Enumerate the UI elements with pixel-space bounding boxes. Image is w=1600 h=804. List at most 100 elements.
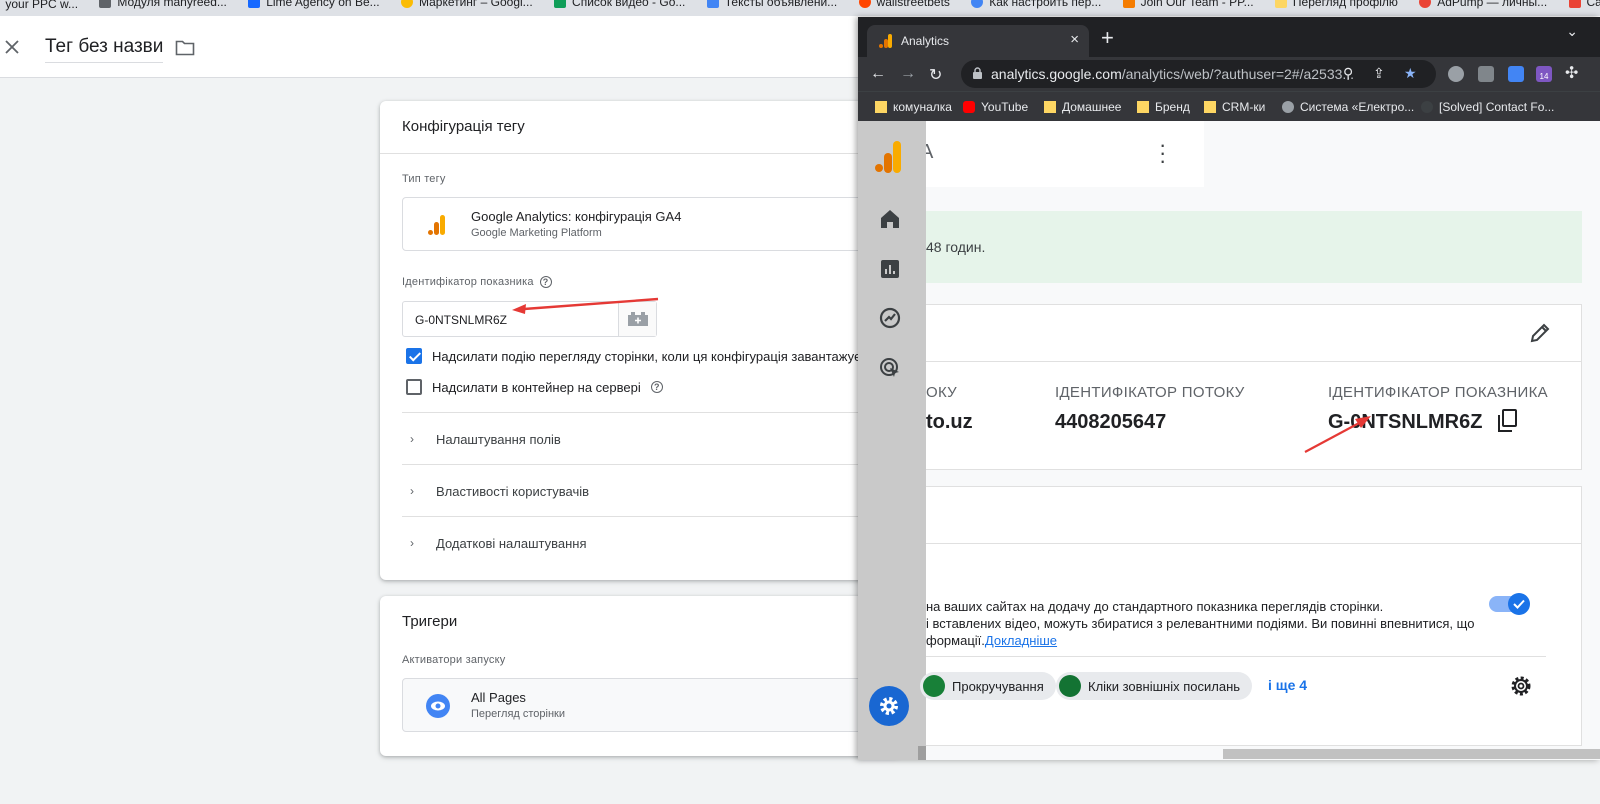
outbound-clicks-chip[interactable]: Кліки зовнішніх посилань [1056,672,1253,700]
gear-icon[interactable] [1509,674,1533,698]
url-text: analytics.google.com/analytics/web/?auth… [991,66,1354,82]
enhanced-measurement-toggle[interactable] [1489,593,1530,615]
browser-toolbar: ← → ↻ analytics.google.com/analytics/web… [858,57,1600,91]
puzzle-extensions-icon[interactable]: ✣ [1565,63,1578,83]
stream-details-card: ОКУ to.uz ІДЕНТИФІКАТОР ПОТОКУ 440820564… [926,304,1582,470]
tag-type-label: Тип тегу [402,173,446,185]
forward-icon[interactable]: → [900,65,916,83]
bg-bookmark[interactable]: your PPC w... [5,0,78,11]
close-icon[interactable] [3,38,21,56]
adblock-extension-icon[interactable] [1448,66,1464,82]
info-banner: 48 годин. [926,211,1582,283]
toggle-knob [1508,593,1530,615]
chevron-down-icon[interactable]: ⌄ [1566,23,1578,40]
send-pageview-row[interactable]: Надсилати подію перегляду сторінки, коли… [406,348,887,364]
back-icon[interactable]: ← [870,65,886,83]
server-container-checkbox[interactable] [406,379,422,395]
bg-bookmark[interactable]: Перегляд профілю [1274,0,1398,9]
bookmark-item[interactable]: YouTube [963,100,1028,114]
bookmark-item[interactable]: Домашнее [1044,100,1121,114]
bg-bookmark[interactable]: Модуля manyreed... [99,0,227,9]
copy-icon[interactable] [1496,409,1518,433]
bg-bookmark[interactable]: Тексты объявлени... [706,0,837,9]
horizontal-scrollbar[interactable] [1223,749,1600,759]
address-bar[interactable]: analytics.google.com/analytics/web/?auth… [961,60,1436,88]
advanced-settings-expander[interactable]: › Додаткові налаштування [402,516,882,568]
zoom-icon[interactable]: ⚲ [1343,65,1353,82]
bookmark-item[interactable]: [Solved] Contact Fo... [1421,100,1554,114]
bg-bookmark[interactable]: Career Centre [1568,0,1600,9]
card-title: Тригери [402,613,458,630]
bookmark-item[interactable]: Система «Електро... [1282,100,1414,114]
bookmark-label: YouTube [981,100,1029,114]
tab-analytics[interactable]: Analytics × [867,25,1089,57]
tag-type-selector[interactable]: Google Analytics: конфігурація GA4 Googl… [402,197,882,251]
measurement-id-value[interactable]: G-0NTSNLMR6Z [1328,411,1482,434]
bg-bookmark[interactable]: Список видео - Go... [554,0,685,9]
help-icon[interactable]: ? [539,276,552,288]
analytics-favicon-icon [879,34,892,48]
close-tab-icon[interactable]: × [1070,31,1079,48]
tag-type-name: Google Analytics: конфігурація GA4 [471,209,682,224]
ublock-extension-icon[interactable] [1478,66,1494,82]
globe-icon [1282,101,1294,113]
advertising-icon[interactable] [878,356,902,380]
bg-bookmark[interactable]: Lime Agency on Be... [248,0,380,9]
fields-to-set-expander[interactable]: › Налаштування полів [402,412,882,464]
show-more-link[interactable]: і ще 4 [1268,677,1307,693]
new-tab-icon[interactable]: + [1101,25,1114,51]
star-icon[interactable]: ★ [1404,65,1417,82]
triggering-card: Тригери Активатори запуску All Pages Пер… [380,596,900,756]
trigger-name: All Pages [471,690,526,705]
tag-name-title[interactable]: Тег без назви [45,36,164,63]
trigger-item[interactable]: All Pages Перегляд сторінки [402,678,882,732]
bookmark-label: Система «Електро... [1300,100,1415,114]
folder-icon [1044,101,1056,113]
more-vert-icon[interactable]: · · · [1159,134,1166,172]
reports-icon[interactable] [878,257,902,281]
admin-settings-button[interactable] [869,686,909,726]
bookmark-label: [Solved] Contact Fo... [1439,100,1555,114]
divider [926,543,1581,544]
chevron-right-icon: › [410,432,414,446]
send-pageview-label: Надсилати подію перегляду сторінки, коли… [432,348,887,364]
extension-badge-icon[interactable]: 14 [1536,66,1552,82]
folder-icon[interactable] [175,39,195,57]
variable-picker-button[interactable] [618,302,656,336]
description-line: формації. [926,633,985,648]
bg-bookmark[interactable]: wallstreetbets [858,0,950,9]
expander-label: Додаткові налаштування [436,536,587,551]
measurement-id-label: ІДЕНТИФІКАТОР ПОКАЗНИКА [1328,384,1548,401]
chevron-right-icon: › [410,536,414,550]
measurement-id-input[interactable]: G-0NTSNLMR6Z [402,301,657,337]
help-icon[interactable]: ? [650,381,663,393]
scroll-event-chip[interactable]: Прокручування [920,672,1056,700]
extension-icon[interactable] [1508,66,1524,82]
bookmark-item[interactable]: комуналка [875,100,952,114]
explore-icon[interactable] [878,306,902,330]
edit-pencil-icon[interactable] [1529,322,1551,344]
mouse-icon [1059,675,1081,697]
bookmark-item[interactable]: CRM-ки [1204,100,1265,114]
enhanced-measurement-description: на ваших сайтах на додачу до стандартног… [926,598,1486,649]
google-analytics-logo-icon [875,141,901,173]
bg-bookmark[interactable]: Join Our Team - PP... [1122,0,1254,9]
bg-bookmark[interactable]: Маркетинг – Googl... [400,0,533,9]
share-icon[interactable]: ⇪ [1373,65,1385,82]
tab-title: Analytics [901,34,950,48]
firing-triggers-label: Активатори запуску [402,654,506,666]
bg-bookmark[interactable]: Как настроить пер... [971,0,1101,9]
bg-bookmark[interactable]: AdPump — личны... [1419,0,1547,9]
card-title: Конфігурація тегу [402,118,525,135]
reload-icon[interactable]: ↻ [929,65,942,85]
home-icon[interactable] [878,207,902,231]
bookmark-item[interactable]: Бренд [1137,100,1190,114]
learn-more-link[interactable]: Докладніше [985,633,1057,648]
server-container-row[interactable]: Надсилати в контейнер на сервері ? [406,379,663,395]
send-pageview-checkbox[interactable] [406,348,422,364]
user-properties-expander[interactable]: › Властивості користувачів [402,464,882,516]
folder-icon [1204,101,1216,113]
tag-type-subtitle: Google Marketing Platform [471,227,602,239]
expander-label: Налаштування полів [436,432,561,447]
divider [926,361,1581,362]
